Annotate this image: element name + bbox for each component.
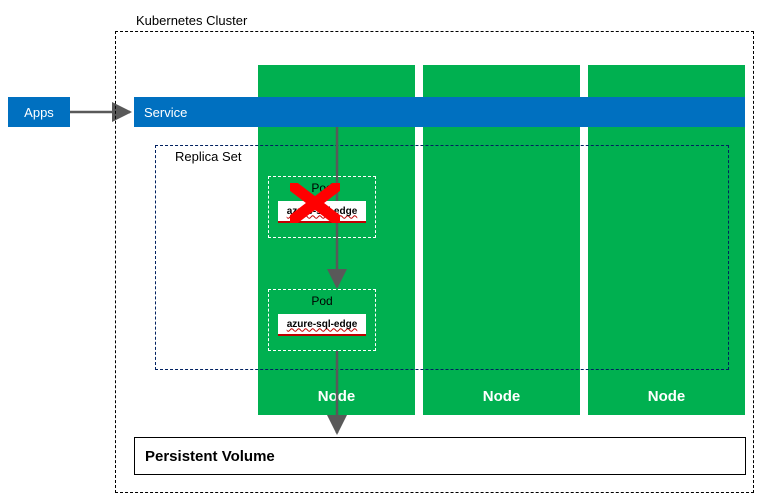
arrow-pod-to-pv (330, 351, 350, 441)
apps-label: Apps (24, 105, 54, 120)
apps-box: Apps (8, 97, 70, 127)
container-name: azure-sql-edge (287, 319, 358, 330)
pod-failed: Pod azure-sql-edge (268, 176, 376, 238)
container-name: azure-sql-edge (287, 206, 358, 217)
container-box: azure-sql-edge (278, 314, 366, 336)
persistent-volume-label: Persistent Volume (145, 448, 275, 465)
container-box: azure-sql-edge (278, 201, 366, 223)
pod-label: Pod (311, 181, 332, 195)
service-label: Service (144, 105, 187, 120)
persistent-volume-box: Persistent Volume (134, 437, 746, 475)
pod-label: Pod (311, 294, 332, 308)
pod-replacement: Pod azure-sql-edge (268, 289, 376, 351)
replica-set-boundary (155, 145, 729, 370)
node-label: Node (648, 388, 686, 405)
node-label: Node (483, 388, 521, 405)
service-bar: Service (134, 97, 745, 127)
kubernetes-cluster-label: Kubernetes Cluster (134, 13, 249, 28)
replica-set-label: Replica Set (175, 149, 241, 164)
